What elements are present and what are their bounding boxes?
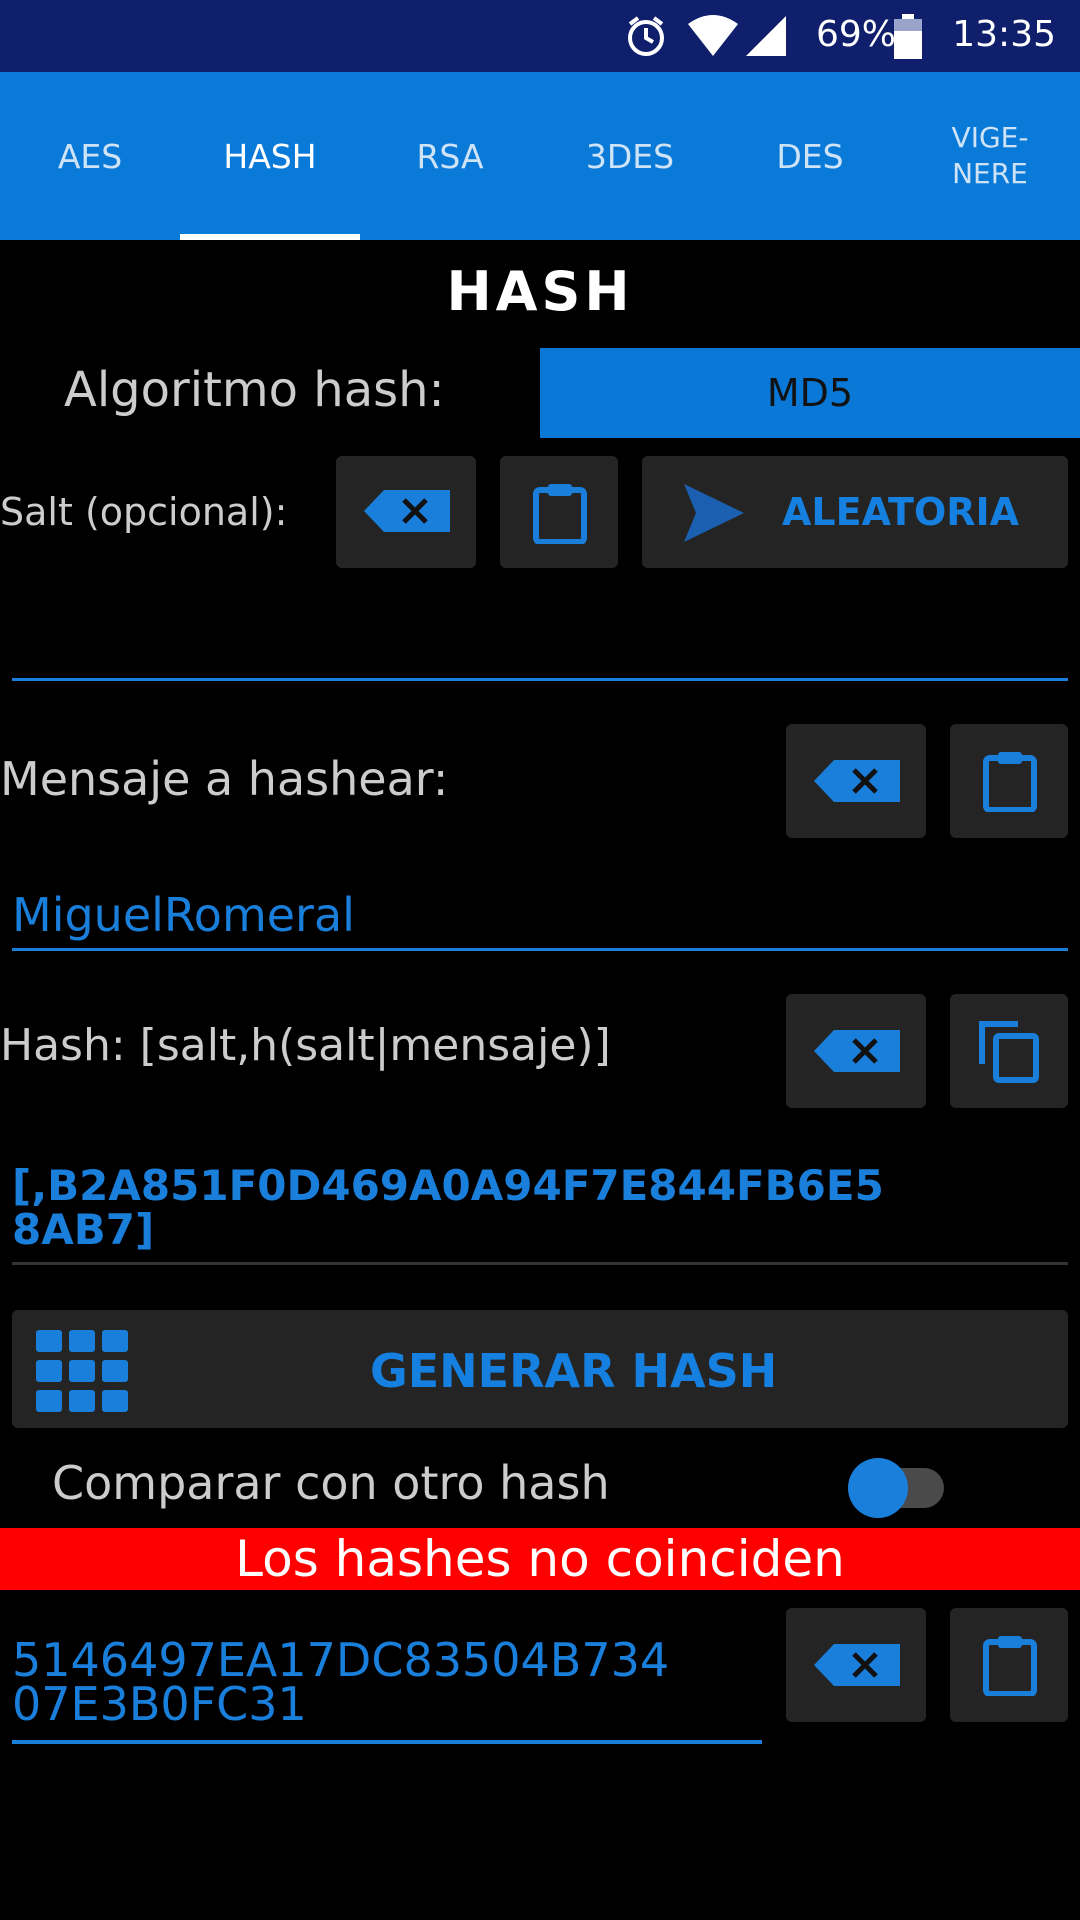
algorithm-select[interactable]: MD5: [540, 348, 1080, 438]
compare-label: Comparar con otro hash: [52, 1456, 610, 1510]
hash-output-underline: [12, 1262, 1068, 1265]
backspace-icon: [814, 1030, 900, 1072]
wifi-icon: [686, 14, 740, 58]
clock: 13:35: [952, 14, 1056, 55]
compare-toggle-knob: [848, 1458, 908, 1518]
backspace-icon: [814, 1644, 900, 1686]
generate-hash-button[interactable]: GENERAR HASH: [12, 1310, 1068, 1428]
signal-icon: [744, 14, 788, 58]
salt-random-label: ALEATORIA: [782, 490, 1020, 534]
salt-label: Salt (opcional):: [0, 490, 288, 534]
backspace-icon: [364, 490, 450, 532]
tab-3des[interactable]: 3DES: [540, 72, 720, 240]
message-input-underline: [12, 948, 1068, 951]
page-title: HASH: [446, 260, 634, 323]
message-input[interactable]: MiguelRomeral: [12, 888, 355, 942]
tab-vigenere[interactable]: VIGE- NERE: [900, 72, 1080, 240]
compare-hash-input[interactable]: 5146497EA17DC83504B734 07E3B0FC31: [12, 1637, 762, 1727]
active-tab-indicator: [180, 234, 360, 240]
compare-paste-button[interactable]: [950, 1608, 1068, 1722]
salt-random-button[interactable]: ALEATORIA: [642, 456, 1068, 568]
backspace-icon: [814, 760, 900, 802]
status-bar: 69% 13:35: [0, 0, 1080, 72]
hash-output: [,B2A851F0D469A0A94F7E844FB6E5 8AB7]: [12, 1161, 884, 1254]
message-paste-button[interactable]: [950, 724, 1068, 838]
grid-icon: [36, 1330, 128, 1412]
compare-input-underline: [12, 1740, 762, 1744]
copy-icon: [978, 1020, 1040, 1084]
message-label: Mensaje a hashear:: [0, 752, 449, 806]
tab-aes[interactable]: AES: [0, 72, 180, 240]
salt-input-underline: [12, 678, 1068, 681]
tab-bar: AES HASH RSA 3DES DES VIGE- NERE: [0, 72, 1080, 240]
tab-hash[interactable]: HASH: [180, 72, 360, 240]
compare-result-banner: Los hashes no coinciden: [0, 1528, 1080, 1590]
algorithm-label: Algoritmo hash:: [64, 362, 445, 418]
clipboard-icon: [532, 482, 588, 544]
compare-clear-button[interactable]: [786, 1608, 926, 1722]
alarm-icon: [624, 14, 668, 58]
clipboard-icon: [982, 750, 1038, 812]
send-icon: [682, 482, 746, 544]
hash-copy-button[interactable]: [950, 994, 1068, 1108]
tab-des[interactable]: DES: [720, 72, 900, 240]
message-clear-button[interactable]: [786, 724, 926, 838]
hash-clear-button[interactable]: [786, 994, 926, 1108]
battery-icon: [892, 14, 924, 60]
salt-paste-button[interactable]: [500, 456, 618, 568]
salt-clear-button[interactable]: [336, 456, 476, 568]
hash-label: Hash: [salt,h(salt|mensaje)]: [0, 1020, 611, 1071]
salt-input[interactable]: [12, 600, 1066, 660]
generate-hash-label: GENERAR HASH: [370, 1344, 778, 1398]
clipboard-icon: [982, 1634, 1038, 1696]
tab-rsa[interactable]: RSA: [360, 72, 540, 240]
battery-percent: 69%: [816, 14, 897, 55]
